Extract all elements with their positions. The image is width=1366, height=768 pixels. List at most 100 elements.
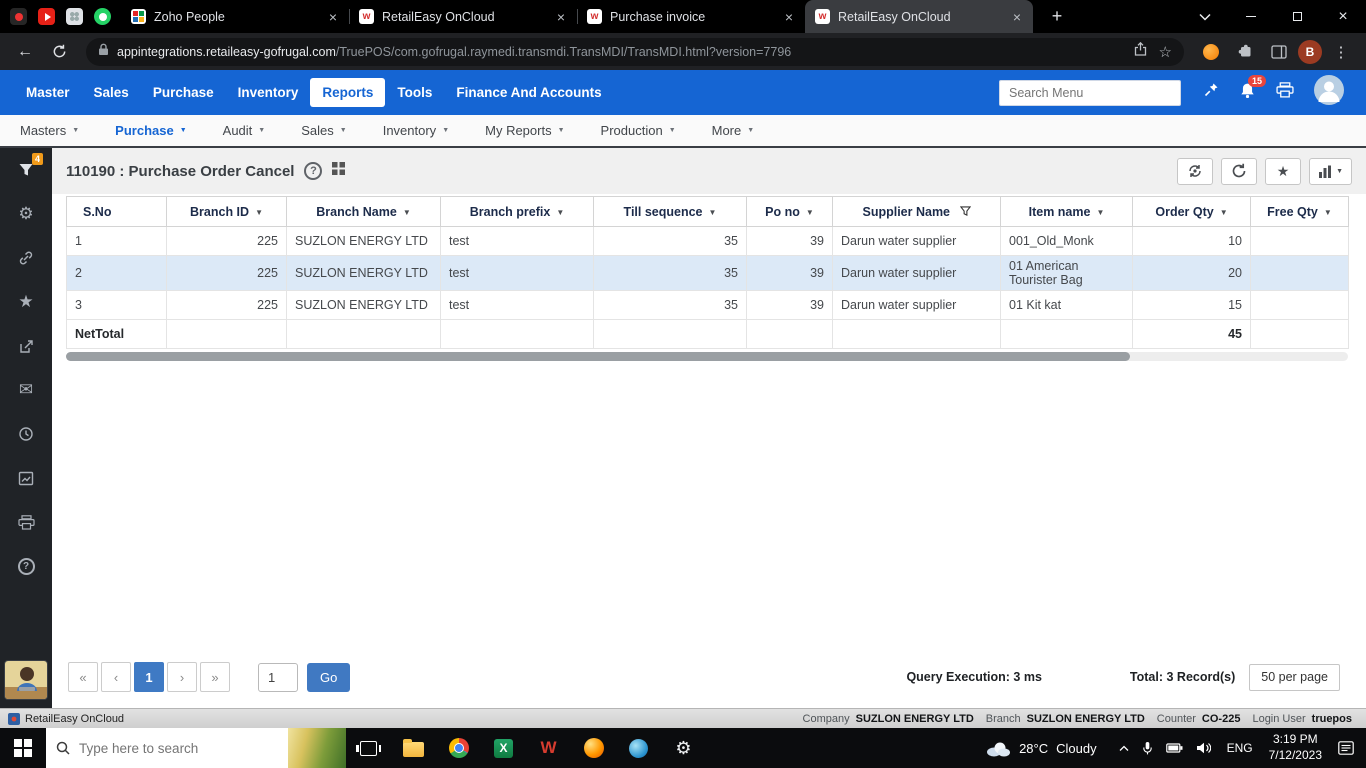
address-bar[interactable]: appintegrations.retaileasy-gofrugal.com/… xyxy=(86,38,1184,66)
browser-globe-icon[interactable] xyxy=(616,728,661,768)
subnav-item-masters[interactable]: Masters▼ xyxy=(20,123,79,138)
battery-icon[interactable] xyxy=(1166,743,1183,753)
column-dropdown-icon[interactable]: ▼ xyxy=(1324,208,1332,217)
nav-item-finance[interactable]: Finance And Accounts xyxy=(444,78,613,107)
support-avatar[interactable] xyxy=(4,660,48,700)
chrome-icon[interactable] xyxy=(436,728,481,768)
extension-colorpick-icon[interactable] xyxy=(1196,37,1226,67)
current-page-button[interactable]: 1 xyxy=(134,662,164,692)
filter-funnel-icon[interactable] xyxy=(960,206,971,217)
column-dropdown-icon[interactable]: ▼ xyxy=(403,208,411,217)
taskbar-search-input[interactable] xyxy=(79,741,259,756)
volume-icon[interactable] xyxy=(1196,742,1211,754)
subnav-item-inventory[interactable]: Inventory▼ xyxy=(383,123,449,138)
nav-item-reports[interactable]: Reports xyxy=(310,78,385,107)
favorite-report-button[interactable]: ★ xyxy=(1265,158,1301,185)
microphone-icon[interactable] xyxy=(1142,741,1153,755)
filter-icon[interactable]: 4 xyxy=(0,148,52,192)
print-icon[interactable] xyxy=(1276,82,1294,103)
tab-retaileasy-1[interactable]: w RetailEasy OnCloud × xyxy=(349,0,577,33)
browser-menu-kebab-icon[interactable]: ⋮ xyxy=(1326,37,1356,67)
language-indicator[interactable]: ENG xyxy=(1221,741,1259,755)
settings-gear-icon[interactable]: ⚙ xyxy=(0,192,52,236)
go-button[interactable]: Go xyxy=(307,663,350,692)
column-header-sno[interactable]: S.No xyxy=(67,197,167,227)
subnav-item-production[interactable]: Production▼ xyxy=(601,123,676,138)
start-button[interactable] xyxy=(0,728,46,768)
extensions-puzzle-icon[interactable] xyxy=(1230,37,1260,67)
reload-button[interactable] xyxy=(44,37,74,67)
column-dropdown-icon[interactable]: ▼ xyxy=(1220,208,1228,217)
subnav-item-purchase[interactable]: Purchase▼ xyxy=(115,123,186,138)
column-header-supplier-name[interactable]: Supplier Name xyxy=(833,197,1001,227)
column-dropdown-icon[interactable]: ▼ xyxy=(709,208,717,217)
prev-page-button[interactable]: ‹ xyxy=(101,662,131,692)
table-row[interactable]: 1 225 SUZLON ENERGY LTD test 35 39 Darun… xyxy=(67,227,1349,256)
task-view-button[interactable] xyxy=(346,728,391,768)
back-button[interactable]: ← xyxy=(10,37,40,67)
bookmark-star-icon[interactable]: ☆ xyxy=(1159,43,1172,61)
auto-refresh-settings-button[interactable] xyxy=(1177,158,1213,185)
nav-item-tools[interactable]: Tools xyxy=(385,78,444,107)
goto-page-input[interactable] xyxy=(258,663,298,692)
first-page-button[interactable]: « xyxy=(68,662,98,692)
lock-icon[interactable] xyxy=(98,43,109,61)
youtube-pinned-tab-icon[interactable] xyxy=(38,8,55,25)
excel-icon[interactable]: X xyxy=(481,728,526,768)
taskbar-clock[interactable]: 3:19 PM 7/12/2023 xyxy=(1259,732,1332,763)
column-header-free-qty[interactable]: Free Qty▼ xyxy=(1251,197,1349,227)
export-icon[interactable] xyxy=(0,324,52,368)
history-clock-icon[interactable] xyxy=(0,412,52,456)
firefox-icon[interactable] xyxy=(571,728,616,768)
column-header-item-name[interactable]: Item name▼ xyxy=(1001,197,1133,227)
tab-close-icon[interactable]: × xyxy=(325,9,341,25)
mail-icon[interactable]: ✉ xyxy=(0,368,52,412)
column-header-till-sequence[interactable]: Till sequence▼ xyxy=(594,197,747,227)
horizontal-scrollbar[interactable] xyxy=(66,352,1348,361)
window-minimize-button[interactable] xyxy=(1228,0,1274,33)
nav-item-purchase[interactable]: Purchase xyxy=(141,78,226,107)
column-header-branch-name[interactable]: Branch Name▼ xyxy=(287,197,441,227)
user-avatar[interactable] xyxy=(1314,75,1344,110)
notifications-bell-icon[interactable]: 15 xyxy=(1239,82,1256,104)
tab-search-icon[interactable] xyxy=(1182,0,1228,33)
new-tab-button[interactable]: + xyxy=(1045,6,1069,27)
per-page-select[interactable]: 50 per page xyxy=(1249,664,1340,691)
pinned-tab-1-icon[interactable] xyxy=(10,8,27,25)
column-header-po-no[interactable]: Po no▼ xyxy=(747,197,833,227)
column-dropdown-icon[interactable]: ▼ xyxy=(1096,208,1104,217)
chart-view-button[interactable]: ▼ xyxy=(1309,158,1352,185)
last-page-button[interactable]: » xyxy=(200,662,230,692)
printer-icon[interactable] xyxy=(0,500,52,544)
layout-grid-icon[interactable] xyxy=(332,162,345,180)
weather-widget[interactable]: 28°C Cloudy xyxy=(973,740,1109,757)
taskbar-search[interactable] xyxy=(46,728,346,768)
file-explorer-icon[interactable] xyxy=(391,728,436,768)
column-header-branch-id[interactable]: Branch ID▼ xyxy=(167,197,287,227)
subnav-item-more[interactable]: More▼ xyxy=(712,123,755,138)
column-dropdown-icon[interactable]: ▼ xyxy=(255,208,263,217)
column-header-order-qty[interactable]: Order Qty▼ xyxy=(1133,197,1251,227)
table-row[interactable]: 3 225 SUZLON ENERGY LTD test 35 39 Darun… xyxy=(67,291,1349,320)
side-panel-icon[interactable] xyxy=(1264,37,1294,67)
window-close-button[interactable]: × xyxy=(1320,0,1366,33)
share-icon[interactable] xyxy=(1134,42,1147,61)
help-icon[interactable]: ? xyxy=(0,544,52,588)
tab-close-icon[interactable]: × xyxy=(1009,9,1025,25)
column-dropdown-icon[interactable]: ▼ xyxy=(806,208,814,217)
column-dropdown-icon[interactable]: ▼ xyxy=(556,208,564,217)
subnav-item-audit[interactable]: Audit▼ xyxy=(223,123,266,138)
table-row[interactable]: 2 225 SUZLON ENERGY LTD test 35 39 Darun… xyxy=(67,256,1349,291)
pin-icon[interactable] xyxy=(1203,82,1219,103)
subnav-item-my-reports[interactable]: My Reports▼ xyxy=(485,123,564,138)
refresh-report-button[interactable] xyxy=(1221,158,1257,185)
menu-search-input[interactable] xyxy=(999,80,1181,106)
link-icon[interactable] xyxy=(0,236,52,280)
browser-profile-avatar[interactable]: B xyxy=(1298,40,1322,64)
nav-item-inventory[interactable]: Inventory xyxy=(226,78,311,107)
whatsapp-pinned-tab-icon[interactable] xyxy=(94,8,111,25)
search-decoration-image[interactable] xyxy=(288,728,346,768)
favorites-star-icon[interactable]: ★ xyxy=(0,280,52,324)
windows-settings-icon[interactable]: ⚙ xyxy=(661,728,706,768)
gallery-icon[interactable] xyxy=(0,456,52,500)
